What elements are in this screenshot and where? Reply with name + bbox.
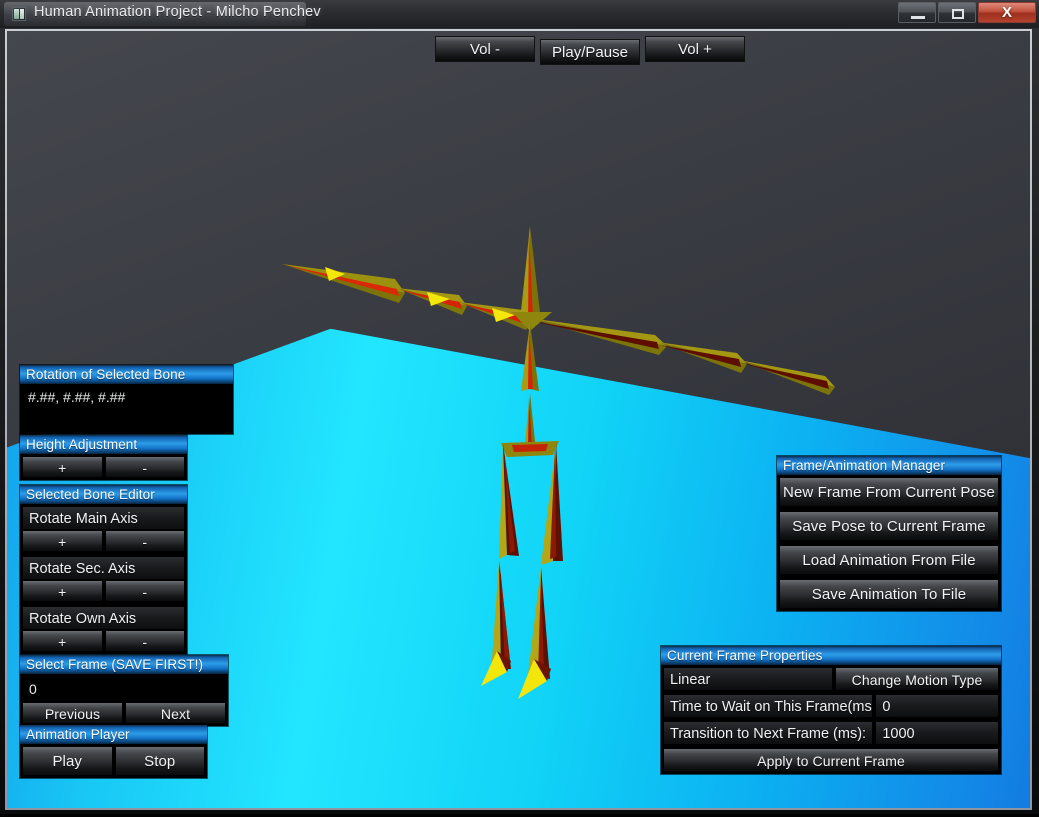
panel-frame-manager-title: Frame/Animation Manager (777, 456, 1001, 475)
panel-bone-editor-body: Rotate Main Axis + - Rotate Sec. Axis + … (20, 504, 187, 654)
bone-group-left-arm (282, 264, 531, 330)
previous-frame-button[interactable]: Previous (22, 702, 123, 724)
panel-animation-player-body: Play Stop (20, 744, 207, 778)
bone-editor-group-own-axis: Rotate Own Axis + - (22, 606, 185, 652)
minimize-icon (911, 16, 925, 19)
rotation-value: #.##, #.##, #.## (22, 386, 231, 408)
height-plus-button[interactable]: + (22, 456, 103, 478)
panel-select-frame: Select Frame (SAVE FIRST!) 0 Previous Ne… (20, 655, 228, 726)
vol-up-button[interactable]: Vol + (645, 36, 745, 62)
save-animation-to-file-button[interactable]: Save Animation To File (779, 579, 999, 609)
panel-frame-properties-body: Linear Change Motion Type Time to Wait o… (661, 665, 1001, 774)
bone-editor-group-main-axis: Rotate Main Axis + - (22, 506, 185, 552)
motion-type-row: Linear Change Motion Type (663, 667, 999, 691)
3d-viewport[interactable]: Vol - Play/Pause Vol + Rotation of Selec… (7, 31, 1030, 808)
rotate-own-axis-plus-button[interactable]: + (22, 630, 103, 652)
panel-rotation-body: #.##, #.##, #.## (20, 384, 233, 434)
transition-time-row: Transition to Next Frame (ms): 1000 (663, 721, 999, 745)
rotate-main-axis-label: Rotate Main Axis (22, 506, 185, 530)
panel-frame-manager-body: New Frame From Current Pose Save Pose to… (777, 475, 1001, 611)
panel-frame-properties-title: Current Frame Properties (661, 646, 1001, 665)
play-pause-button[interactable]: Play/Pause (540, 39, 640, 65)
vol-down-button[interactable]: Vol - (435, 36, 535, 62)
stop-button[interactable]: Stop (114, 746, 205, 776)
rotate-own-axis-label: Rotate Own Axis (22, 606, 185, 630)
change-motion-type-button[interactable]: Change Motion Type (835, 667, 999, 691)
application-window: Human Animation Project - Milcho Penchev… (0, 0, 1039, 814)
wait-time-input[interactable]: 0 (875, 694, 999, 718)
load-animation-from-file-button[interactable]: Load Animation From File (779, 545, 999, 575)
panel-selected-bone-editor: Selected Bone Editor Rotate Main Axis + … (20, 485, 187, 654)
apply-to-current-frame-button[interactable]: Apply to Current Frame (663, 748, 999, 772)
rotate-sec-axis-minus-button[interactable]: - (104, 580, 185, 602)
transition-time-input[interactable]: 1000 (875, 721, 999, 745)
minimize-button[interactable] (898, 2, 936, 23)
panel-frame-animation-manager: Frame/Animation Manager New Frame From C… (777, 456, 1001, 611)
window-title: Human Animation Project - Milcho Penchev (34, 4, 321, 20)
wait-time-row: Time to Wait on This Frame(ms): 0 (663, 694, 999, 718)
play-button[interactable]: Play (22, 746, 113, 776)
title-bar: Human Animation Project - Milcho Penchev… (0, 0, 1039, 28)
height-minus-button[interactable]: - (104, 456, 185, 478)
panel-height-adjustment-title: Height Adjustment (20, 435, 187, 454)
panel-animation-player-title: Animation Player (20, 725, 207, 744)
panel-animation-player: Animation Player Play Stop (20, 725, 207, 778)
window-controls: X (898, 2, 1036, 23)
panel-bone-editor-title: Selected Bone Editor (20, 485, 187, 504)
application-icon (12, 7, 26, 21)
next-frame-button[interactable]: Next (125, 702, 226, 724)
close-icon: X (1001, 4, 1012, 21)
panel-select-frame-body: 0 Previous Next (20, 674, 228, 726)
panel-height-adjustment: Height Adjustment + - (20, 435, 187, 480)
maximize-button[interactable] (938, 2, 976, 23)
panel-current-frame-properties: Current Frame Properties Linear Change M… (661, 646, 1001, 774)
rotate-sec-axis-label: Rotate Sec. Axis (22, 556, 185, 580)
panel-rotation-title: Rotation of Selected Bone (20, 365, 233, 384)
transition-time-label: Transition to Next Frame (ms): (663, 721, 874, 745)
wait-time-label: Time to Wait on This Frame(ms): (663, 694, 874, 718)
panel-select-frame-title: Select Frame (SAVE FIRST!) (20, 655, 228, 674)
rotate-main-axis-plus-button[interactable]: + (22, 530, 103, 552)
new-frame-from-current-pose-button[interactable]: New Frame From Current Pose (779, 477, 999, 507)
save-pose-to-current-frame-button[interactable]: Save Pose to Current Frame (779, 511, 999, 541)
rotate-main-axis-minus-button[interactable]: - (104, 530, 185, 552)
select-frame-input[interactable]: 0 (22, 676, 226, 700)
panel-height-adjustment-body: + - (20, 454, 187, 480)
bone-editor-group-sec-axis: Rotate Sec. Axis + - (22, 556, 185, 602)
panel-rotation-of-selected-bone: Rotation of Selected Bone #.##, #.##, #.… (20, 365, 233, 434)
close-button[interactable]: X (978, 2, 1036, 23)
rotate-own-axis-minus-button[interactable]: - (104, 630, 185, 652)
motion-type-value: Linear (663, 667, 833, 691)
rotate-sec-axis-plus-button[interactable]: + (22, 580, 103, 602)
maximize-icon (952, 9, 964, 19)
